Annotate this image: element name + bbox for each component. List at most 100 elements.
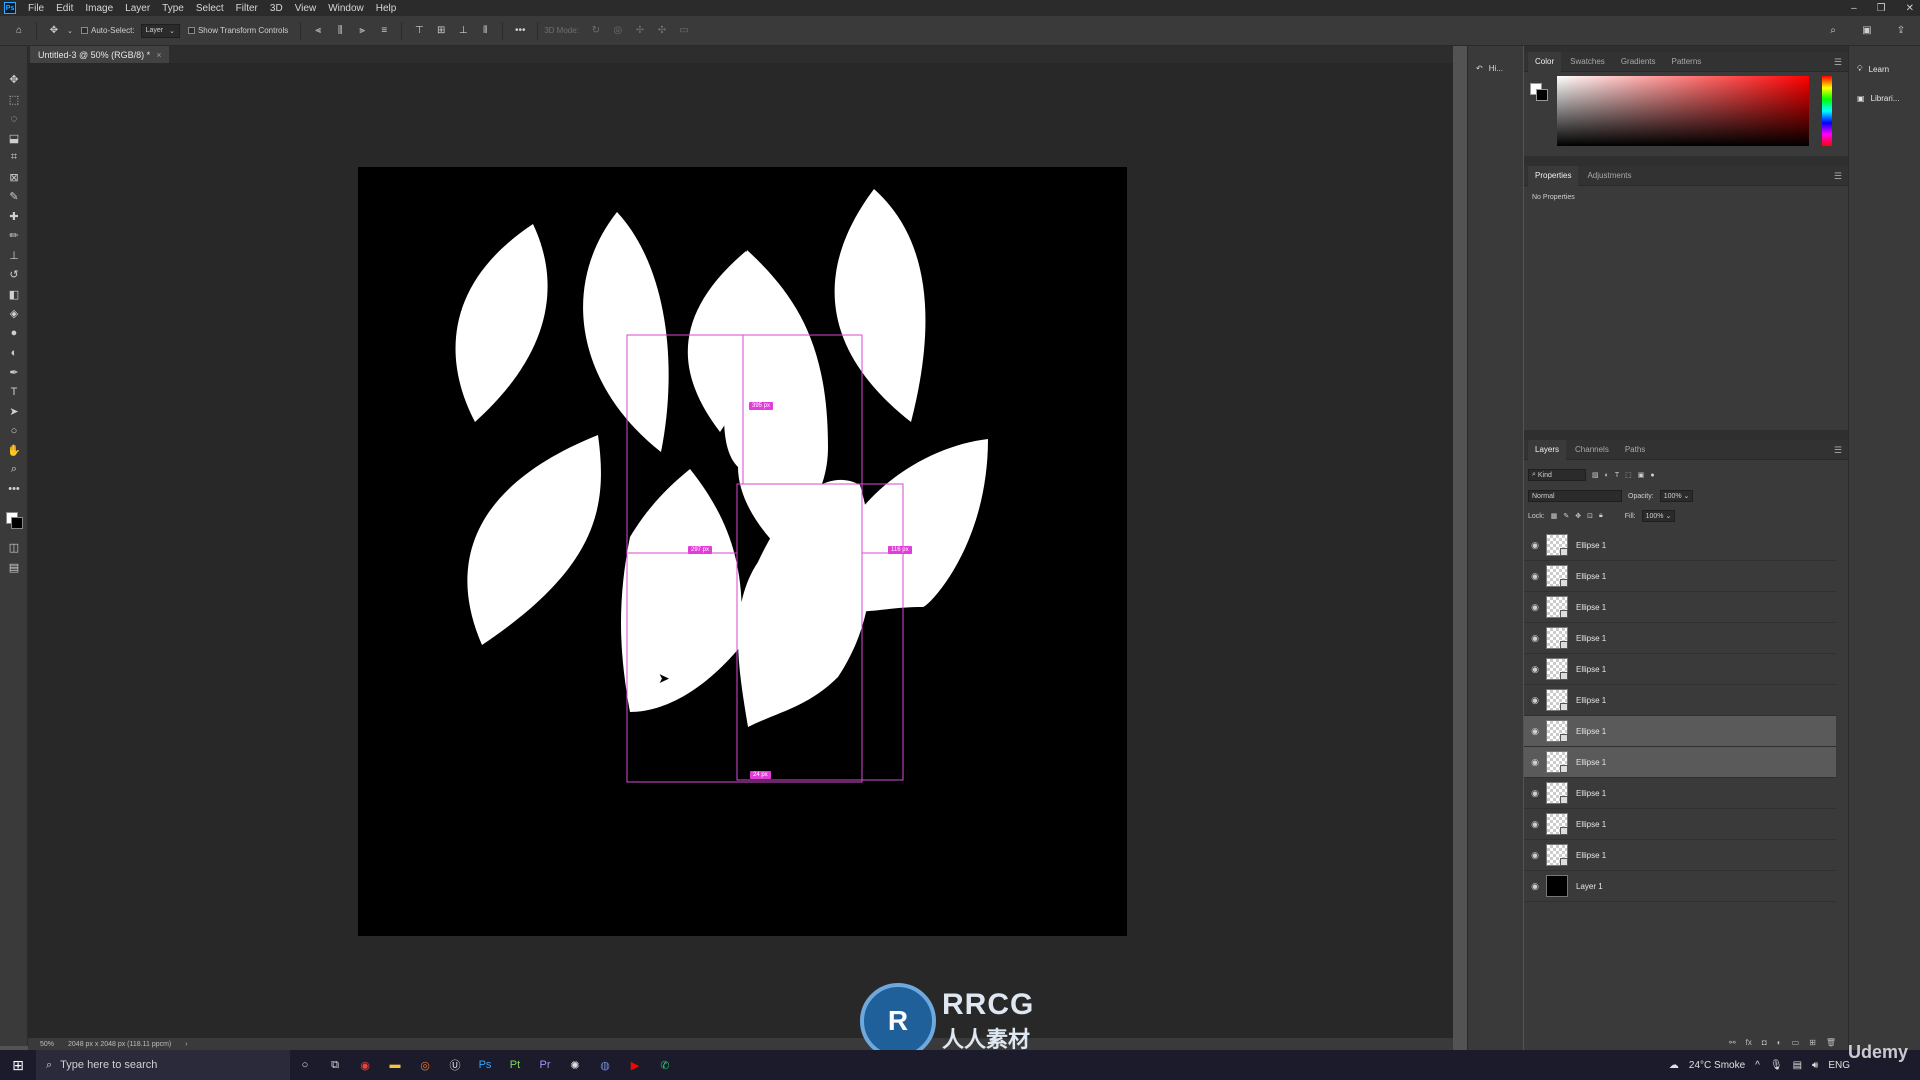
- file-explorer-icon[interactable]: ▬: [380, 1050, 410, 1080]
- menu-view[interactable]: View: [289, 3, 323, 14]
- hand-tool-icon[interactable]: ✋: [0, 441, 28, 461]
- eye-icon[interactable]: ◉: [1524, 633, 1546, 644]
- opacity-input[interactable]: 100% ⌄: [1659, 490, 1694, 502]
- more-options-icon[interactable]: •••: [513, 24, 527, 38]
- brush-tool-icon[interactable]: ✏: [0, 226, 28, 246]
- volume-icon[interactable]: 🔊︎: [1812, 1060, 1818, 1071]
- lock-transparent-icon[interactable]: ▦: [1551, 512, 1558, 520]
- distribute-icon[interactable]: ≡: [377, 24, 391, 38]
- youtube-icon[interactable]: ▶: [620, 1050, 650, 1080]
- lock-all-icon[interactable]: 🔒︎: [1599, 512, 1603, 520]
- pen-tool-icon[interactable]: ✒: [0, 363, 28, 383]
- object-select-tool-icon[interactable]: ⬓: [0, 129, 28, 149]
- mask-icon[interactable]: ◘: [1762, 1038, 1767, 1047]
- painter-icon[interactable]: Pt: [500, 1050, 530, 1080]
- layer-row[interactable]: ◉ Layer 1: [1524, 871, 1836, 902]
- premiere-icon[interactable]: Pr: [530, 1050, 560, 1080]
- chrome-icon[interactable]: ◉: [350, 1050, 380, 1080]
- align-bottom-icon[interactable]: ⊥: [456, 24, 470, 38]
- davinci-icon[interactable]: ✺: [560, 1050, 590, 1080]
- auto-select-dropdown[interactable]: Layer ⌄: [140, 23, 180, 38]
- filter-shape-icon[interactable]: ⬚: [1625, 471, 1632, 479]
- edit-toolbar-icon[interactable]: •••: [0, 480, 28, 500]
- windows-start-icon[interactable]: ⊞: [0, 1050, 36, 1080]
- eye-icon[interactable]: ◉: [1524, 850, 1546, 861]
- distribute-vertical-icon[interactable]: ⦀: [478, 24, 492, 38]
- quick-mask-icon[interactable]: ◫: [0, 538, 28, 558]
- align-center-icon[interactable]: ⫼: [333, 24, 347, 38]
- background-color-swatch[interactable]: [11, 517, 23, 529]
- screen-mode-icon[interactable]: ▤: [0, 558, 28, 578]
- layer-row[interactable]: ◉ Ellipse 1: [1524, 561, 1836, 592]
- eye-icon[interactable]: ◉: [1524, 571, 1546, 582]
- lock-position-icon[interactable]: ✥: [1575, 512, 1581, 520]
- panel-menu-icon[interactable]: ☰: [1834, 445, 1842, 456]
- weather-text[interactable]: 24°C Smoke: [1689, 1060, 1745, 1071]
- layer-row-selected[interactable]: ◉ Ellipse 1: [1524, 716, 1836, 747]
- filter-pixel-icon[interactable]: ▨: [1592, 471, 1599, 479]
- eye-icon[interactable]: ◉: [1524, 788, 1546, 799]
- filter-type-icon[interactable]: T: [1615, 472, 1619, 479]
- workspace-icon[interactable]: ▣: [1860, 24, 1874, 38]
- eyedropper-tool-icon[interactable]: ✎: [0, 187, 28, 207]
- cortana-icon[interactable]: ○: [290, 1050, 320, 1080]
- show-transform-checkbox[interactable]: Show Transform Controls: [187, 22, 288, 40]
- close-icon[interactable]: ✕: [1906, 3, 1914, 14]
- tab-patterns[interactable]: Patterns: [1665, 52, 1709, 72]
- filter-toggle-icon[interactable]: ●: [1650, 472, 1654, 479]
- layer-row[interactable]: ◉ Ellipse 1: [1524, 623, 1836, 654]
- lasso-tool-icon[interactable]: ◌: [0, 109, 28, 129]
- whatsapp-icon[interactable]: ✆: [650, 1050, 680, 1080]
- eye-icon[interactable]: ◉: [1524, 726, 1546, 737]
- layer-row[interactable]: ◉ Ellipse 1: [1524, 685, 1836, 716]
- move-tool-icon[interactable]: ✥: [0, 70, 28, 90]
- zoom-tool-icon[interactable]: ⌕: [0, 460, 28, 480]
- history-brush-tool-icon[interactable]: ↺: [0, 265, 28, 285]
- menu-help[interactable]: Help: [370, 3, 403, 14]
- restore-icon[interactable]: ❐: [1877, 3, 1886, 14]
- group-icon[interactable]: ▭: [1792, 1038, 1800, 1047]
- align-middle-icon[interactable]: ⊞: [434, 24, 448, 38]
- fill-input[interactable]: 100% ⌄: [1641, 510, 1676, 522]
- marquee-tool-icon[interactable]: ⬚: [0, 90, 28, 110]
- layer-row[interactable]: ◉ Ellipse 1: [1524, 809, 1836, 840]
- canvas[interactable]: 395 px 297 px 116 px 24 px ➤: [358, 167, 1127, 936]
- tab-layers[interactable]: Layers: [1528, 439, 1567, 460]
- move-tool-icon[interactable]: ✥: [47, 24, 61, 38]
- blend-mode-dropdown[interactable]: Normal: [1528, 490, 1622, 502]
- minimize-icon[interactable]: –: [1851, 3, 1857, 14]
- filter-adjustment-icon[interactable]: ◐: [1605, 472, 1609, 479]
- tab-swatches[interactable]: Swatches: [1563, 52, 1612, 72]
- menu-3d[interactable]: 3D: [264, 3, 289, 14]
- auto-select-checkbox[interactable]: Auto-Select:: [81, 22, 135, 40]
- ellipse-tool-icon[interactable]: ○: [0, 421, 28, 441]
- libraries-button[interactable]: ▣ Librari...: [1857, 94, 1899, 103]
- eye-icon[interactable]: ◉: [1524, 695, 1546, 706]
- lock-image-icon[interactable]: ✎: [1563, 512, 1569, 520]
- crop-tool-icon[interactable]: ⌗: [0, 148, 28, 168]
- tab-color[interactable]: Color: [1528, 51, 1562, 72]
- lock-artboard-icon[interactable]: ⊡: [1587, 512, 1593, 520]
- panel-menu-icon[interactable]: ☰: [1834, 57, 1842, 68]
- learn-button[interactable]: 💡︎ Learn: [1857, 64, 1889, 74]
- trash-icon[interactable]: 🗑︎: [1826, 1038, 1836, 1047]
- tab-paths[interactable]: Paths: [1618, 440, 1652, 460]
- microphone-icon[interactable]: 🎙︎: [1770, 1060, 1783, 1071]
- background-color-chip[interactable]: [1536, 89, 1548, 101]
- type-tool-icon[interactable]: T: [0, 382, 28, 402]
- layer-row[interactable]: ◉ Ellipse 1: [1524, 654, 1836, 685]
- path-select-tool-icon[interactable]: ➤: [0, 402, 28, 422]
- layer-filter-dropdown[interactable]: ⌕ Kind: [1528, 469, 1586, 481]
- search-icon[interactable]: ⌕: [1826, 24, 1840, 38]
- new-layer-icon[interactable]: ⊞: [1809, 1038, 1816, 1047]
- network-icon[interactable]: ▤: [1793, 1060, 1802, 1071]
- taskbar-search[interactable]: ⌕ Type here to search: [36, 1050, 290, 1080]
- hue-slider[interactable]: [1822, 76, 1832, 146]
- eye-icon[interactable]: ◉: [1524, 819, 1546, 830]
- tray-expand-icon[interactable]: ^: [1755, 1060, 1760, 1071]
- layer-row[interactable]: ◉ Ellipse 1: [1524, 592, 1836, 623]
- tab-gradients[interactable]: Gradients: [1614, 52, 1663, 72]
- menu-filter[interactable]: Filter: [230, 3, 264, 14]
- eraser-tool-icon[interactable]: ◧: [0, 285, 28, 305]
- eye-icon[interactable]: ◉: [1524, 881, 1546, 892]
